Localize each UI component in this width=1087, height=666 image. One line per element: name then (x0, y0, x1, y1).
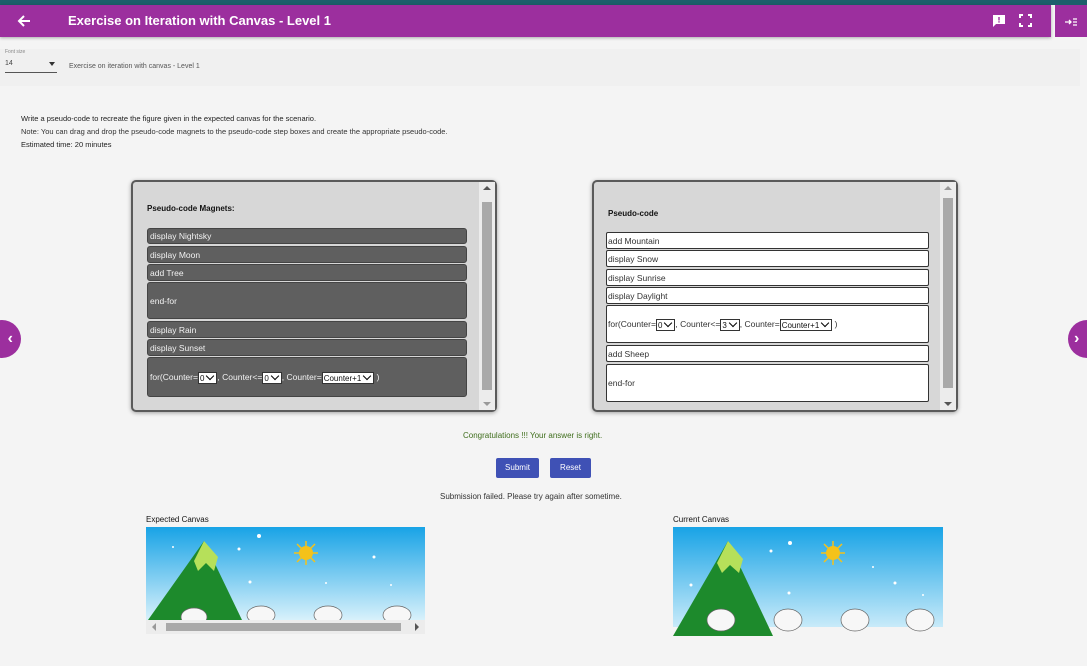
loop-end-value: 3 (722, 320, 727, 330)
pseudocode-scrollbar[interactable] (940, 182, 956, 410)
loop-start-select[interactable]: 0 (197, 371, 218, 384)
expected-canvas-label: Expected Canvas (146, 515, 209, 524)
loop-prefix: for(Counter= (150, 372, 198, 382)
expected-canvas (146, 527, 425, 620)
font-size-label: Font size (5, 49, 26, 55)
exercise-subtitle: Exercise on iteration with canvas - Leve… (69, 63, 200, 70)
scroll-down-icon[interactable] (944, 402, 952, 406)
magnet-item[interactable]: display Moon (147, 246, 467, 263)
scroll-left-icon[interactable] (152, 623, 156, 631)
loop-prefix: for(Counter= (608, 319, 656, 329)
fullscreen-icon[interactable] (1019, 14, 1032, 27)
expected-canvas-hscroll[interactable] (146, 620, 425, 634)
app-bar: Exercise on Iteration with Canvas - Leve… (0, 5, 1051, 37)
back-arrow-icon[interactable] (14, 11, 34, 31)
current-canvas (673, 527, 943, 636)
success-message: Congratulations !!! Your answer is right… (463, 431, 603, 440)
loop-inc-value: Counter+1 (781, 320, 820, 330)
next-exercise-button[interactable]: › (1068, 320, 1087, 358)
magnet-item[interactable]: display Sunset (147, 339, 467, 356)
loop-mid: , Counter<= (217, 372, 263, 382)
loop-inc-label: , Counter= (739, 319, 780, 329)
instruction-line: Write a pseudo-code to recreate the figu… (21, 114, 317, 123)
pseudocode-step[interactable]: add Sheep (606, 345, 929, 362)
loop-start-select[interactable]: 0 (655, 318, 676, 331)
collapse-menu-icon (1065, 18, 1077, 26)
pseudocode-step[interactable]: display Sunrise (606, 269, 929, 286)
chevron-down-icon (664, 318, 673, 327)
collapse-menu-button[interactable] (1055, 5, 1087, 37)
expected-canvas-drawing (146, 527, 425, 620)
loop-inc-select[interactable]: Counter+1 (321, 371, 375, 384)
loop-inc-select[interactable]: Counter+1 (779, 318, 833, 331)
estimated-time: Estimated time: 20 minutes (21, 140, 112, 149)
instruction-note: Note: You can drag and drop the pseudo-c… (21, 127, 448, 136)
magnet-item[interactable]: display Nightsky (147, 228, 467, 244)
magnet-loop[interactable]: for(Counter= 0, Counter<= 0, Counter= Count… (147, 357, 467, 397)
failure-message: Submission failed. Please try again afte… (440, 492, 622, 501)
loop-end-value: 0 (264, 373, 269, 383)
loop-end-select[interactable]: 3 (720, 318, 740, 331)
loop-end-select[interactable]: 0 (262, 371, 282, 384)
magnets-scrollbar[interactable] (479, 182, 495, 410)
chevron-down-icon (206, 371, 215, 380)
chat-alert-icon[interactable] (992, 14, 1006, 28)
font-size-value: 14 (5, 60, 13, 67)
pseudocode-step[interactable]: end-for (606, 364, 929, 402)
page-title: Exercise on Iteration with Canvas - Leve… (68, 13, 331, 28)
current-canvas-drawing (673, 527, 943, 636)
scroll-thumb[interactable] (943, 198, 953, 388)
pseudocode-step[interactable]: display Daylight (606, 287, 929, 304)
scroll-right-icon[interactable] (415, 623, 419, 631)
magnet-item[interactable]: add Tree (147, 264, 467, 281)
loop-mid: , Counter<= (675, 319, 721, 329)
chevron-right-icon: › (1074, 330, 1080, 347)
loop-inc-value: Counter+1 (323, 373, 362, 383)
pseudocode-title: Pseudo-code (608, 209, 659, 218)
pseudocode-step[interactable]: add Mountain (606, 232, 929, 249)
scroll-down-icon[interactable] (483, 402, 491, 406)
scroll-thumb[interactable] (166, 623, 401, 631)
loop-start-value: 0 (199, 373, 205, 383)
instructions: Write a pseudo-code to recreate the figu… (21, 112, 448, 151)
pseudocode-step[interactable]: display Snow (606, 250, 929, 267)
loop-suffix: ) (376, 372, 380, 382)
scroll-up-icon[interactable] (944, 186, 952, 190)
reset-button[interactable]: Reset (550, 458, 591, 478)
caret-down-icon (49, 62, 55, 66)
loop-suffix: ) (834, 319, 838, 329)
pseudocode-loop[interactable]: for(Counter= 0 , Counter<= 3 , Counter= Count… (606, 305, 929, 343)
chevron-left-icon: ‹ (7, 330, 13, 347)
font-size-select[interactable]: 14 (5, 60, 57, 73)
prev-exercise-button[interactable]: ‹ (0, 320, 21, 358)
magnet-item[interactable]: display Rain (147, 321, 467, 338)
chevron-down-icon (821, 318, 830, 327)
magnets-panel: Pseudo-code Magnets: display Nightsky di… (131, 180, 497, 412)
chevron-down-icon (270, 371, 280, 380)
scroll-thumb[interactable] (482, 202, 492, 390)
pseudocode-panel: Pseudo-code add Mountain display Snow di… (592, 180, 958, 412)
submit-button[interactable]: Submit (496, 458, 539, 478)
loop-start-value: 0 (657, 320, 663, 330)
current-canvas-label: Current Canvas (673, 515, 730, 524)
magnet-item[interactable]: end-for (147, 282, 467, 319)
scroll-up-icon[interactable] (483, 186, 491, 190)
loop-inc-label: , Counter= (281, 372, 322, 382)
chevron-down-icon (363, 371, 372, 380)
chevron-down-icon (728, 318, 738, 327)
magnets-title: Pseudo-code Magnets: (147, 204, 235, 213)
